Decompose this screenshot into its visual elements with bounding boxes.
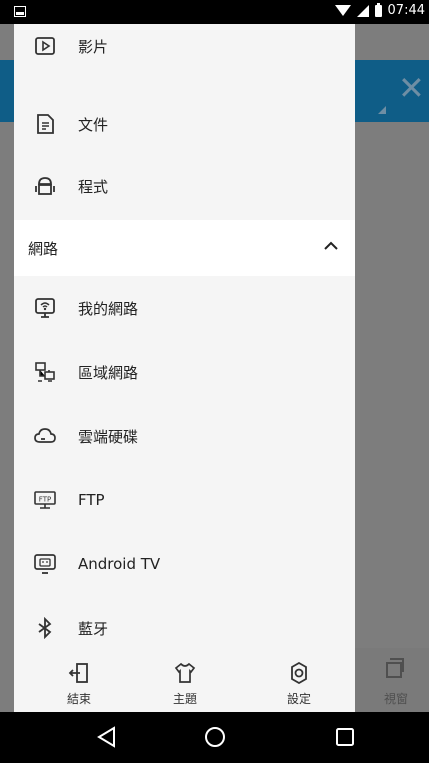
- image-notification-icon: [14, 6, 26, 17]
- recents-icon[interactable]: [332, 724, 358, 750]
- exit-button[interactable]: 結束: [34, 648, 124, 712]
- cloud-drive-icon: [34, 428, 56, 443]
- drawer-item-ftp[interactable]: FTP FTP: [14, 472, 355, 528]
- cellular-signal-icon: [356, 4, 369, 17]
- status-bar: 07:44: [0, 0, 429, 24]
- theme-label: 主題: [172, 692, 197, 706]
- drawer-item-label: Android TV: [78, 555, 161, 573]
- window-label: 視窗: [383, 692, 408, 706]
- video-icon: [35, 37, 55, 55]
- status-time: 07:44: [387, 3, 425, 18]
- android-tv-icon: [34, 554, 56, 574]
- drawer-item-lan[interactable]: 區域網路: [14, 344, 355, 400]
- home-icon[interactable]: [202, 724, 228, 750]
- drawer-item-label: FTP: [78, 491, 105, 509]
- ftp-icon: FTP: [34, 491, 56, 509]
- settings-button[interactable]: 設定: [254, 648, 344, 712]
- exit-label: 結束: [66, 692, 91, 706]
- android-app-icon: [35, 177, 55, 195]
- lan-icon: [35, 362, 55, 382]
- drawer-item-label: 雲端硬碟: [78, 427, 139, 446]
- system-navigation-bar: [0, 712, 429, 763]
- theme-button[interactable]: 主題: [140, 648, 230, 712]
- drawer-item-android-tv[interactable]: Android TV: [14, 536, 355, 592]
- window-icon: [386, 658, 404, 678]
- wifi-icon: [334, 5, 351, 16]
- network-section-header[interactable]: 網路: [14, 220, 355, 276]
- chevron-up-icon[interactable]: [321, 236, 341, 256]
- drawer-item-label: 藍牙: [78, 619, 109, 638]
- drawer-item-cloud[interactable]: 雲端硬碟: [14, 408, 355, 464]
- settings-icon: [291, 662, 307, 684]
- settings-label: 設定: [286, 692, 311, 706]
- drawer-item-apps[interactable]: 程式: [14, 158, 355, 214]
- drawer-item-label: 程式: [78, 177, 109, 196]
- drawer-item-label: 我的網路: [78, 299, 139, 318]
- bluetooth-icon: [38, 617, 52, 639]
- drawer-item-label: 區域網路: [78, 363, 139, 382]
- drawer-item-my-network[interactable]: 我的網路: [14, 280, 355, 336]
- drawer-item-label: 影片: [78, 37, 109, 56]
- battery-icon: [374, 2, 382, 17]
- navigation-drawer: 影片 文件 程式 網路 我的網路 區域網路 雲端硬碟 FTP FTP Andro…: [14, 24, 355, 712]
- theme-shirt-icon: [174, 662, 196, 683]
- drawer-item-documents[interactable]: 文件: [14, 96, 355, 152]
- back-icon[interactable]: [94, 724, 120, 750]
- drawer-item-video[interactable]: 影片: [14, 24, 355, 74]
- close-icon[interactable]: ✕: [398, 72, 425, 104]
- svg-text:FTP: FTP: [39, 496, 51, 504]
- drawer-bottom-bar: 結束 主題 設定: [14, 648, 355, 712]
- section-label: 網路: [28, 240, 59, 258]
- exit-icon: [68, 663, 88, 683]
- drawer-item-label: 文件: [78, 115, 109, 134]
- dropdown-corner-icon: [378, 106, 386, 114]
- document-icon: [37, 114, 54, 134]
- my-network-icon: [35, 298, 55, 318]
